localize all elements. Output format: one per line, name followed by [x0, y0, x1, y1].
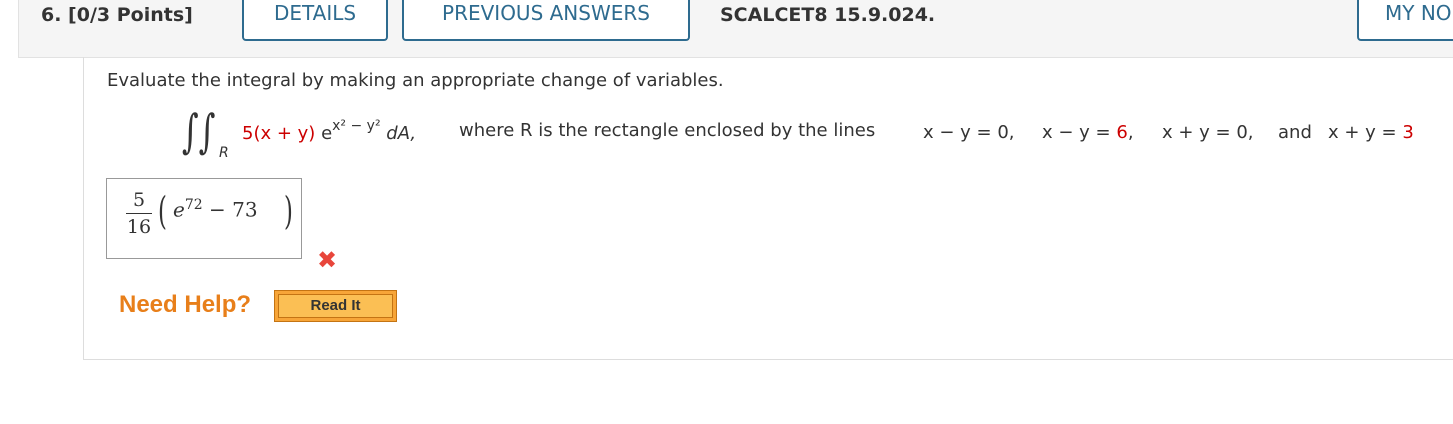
fraction-bar: [126, 213, 152, 214]
integrand-exponential: ex² − y²: [321, 118, 381, 144]
integrand: 5(x + y) ex² − y² dA,: [242, 118, 417, 144]
question-header: 6. [0/3 Points] DETAILS PREVIOUS ANSWERS…: [18, 0, 1453, 58]
line-equation-3: x + y = 0,: [1162, 122, 1254, 143]
question-source: SCALCET8 15.9.024.: [720, 4, 936, 26]
details-button[interactable]: DETAILS: [242, 0, 388, 41]
answer-expression: e72 − 73: [173, 197, 258, 222]
incorrect-x-icon: ✖: [316, 246, 338, 274]
integrand-e: e: [321, 123, 333, 144]
integrand-exponent: x² − y²: [332, 118, 381, 134]
answer-fraction-denominator: 16: [126, 216, 152, 238]
region-description: where R is the rectangle enclosed by the…: [459, 120, 876, 141]
line-equation-2-value: 6: [1116, 122, 1128, 143]
need-help-label: Need Help?: [119, 291, 252, 318]
double-integral-sign: ∫∫: [182, 104, 216, 158]
line-equation-1: x − y = 0,: [923, 122, 1015, 143]
answer-rest: − 73: [202, 197, 258, 222]
integrand-da: dA,: [380, 123, 417, 144]
integral-region-subscript: R: [219, 145, 229, 161]
answer-exponent: 72: [184, 197, 203, 213]
read-it-button[interactable]: Read It: [274, 290, 397, 322]
answer-e: e: [173, 197, 185, 222]
line-equation-2: x − y = 6,: [1042, 122, 1134, 143]
right-paren: ): [283, 189, 293, 233]
read-it-label: Read It: [278, 294, 393, 318]
line-equation-4: x + y = 3: [1328, 122, 1414, 143]
answer-fraction-numerator: 5: [132, 189, 146, 211]
answer-input-box[interactable]: 5 16 ( e72 − 73 ): [106, 178, 302, 259]
left-paren: (: [157, 189, 167, 233]
answer-fraction: 5 16: [126, 189, 152, 238]
line-equation-2-left: x − y =: [1042, 122, 1117, 143]
line-equation-2-comma: ,: [1127, 122, 1134, 143]
integrand-coefficient: 5(x + y): [242, 123, 316, 144]
line-equation-4-left: x + y =: [1328, 122, 1403, 143]
question-number-points: 6. [0/3 Points]: [41, 4, 193, 26]
line-equation-4-value: 3: [1402, 122, 1414, 143]
my-notes-button[interactable]: MY NO: [1357, 0, 1453, 41]
problem-prompt: Evaluate the integral by making an appro…: [107, 70, 724, 91]
previous-answers-button[interactable]: PREVIOUS ANSWERS: [402, 0, 690, 41]
and-word: and: [1278, 122, 1312, 143]
